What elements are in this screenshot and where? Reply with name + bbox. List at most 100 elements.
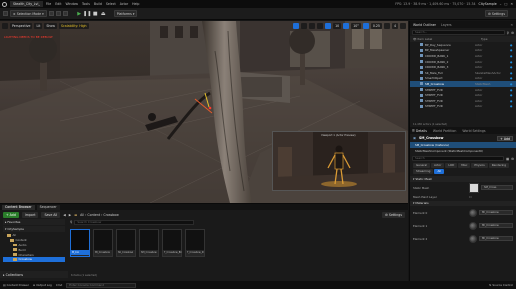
- actor-name[interactable]: SM_Crossbow: [419, 136, 443, 140]
- details-tab[interactable]: ☰ Details: [412, 129, 427, 133]
- collections-section[interactable]: ▸ Collections: [0, 271, 68, 278]
- camera-speed-icon[interactable]: [383, 23, 390, 29]
- menu-window[interactable]: Window: [65, 2, 78, 6]
- maximize-viewport-icon[interactable]: [400, 23, 406, 29]
- forward-icon[interactable]: ▶: [69, 213, 71, 217]
- menu-edit[interactable]: Edit: [55, 2, 61, 6]
- scale-snap-icon[interactable]: [362, 23, 369, 29]
- back-icon[interactable]: ◀: [63, 213, 65, 217]
- asset-tile[interactable]: M_Cro: [70, 229, 90, 257]
- outliner-tab[interactable]: World Outliner: [413, 23, 436, 27]
- rotate-icon[interactable]: [301, 23, 308, 29]
- content-drawer-button[interactable]: ▤ Content Drawer: [3, 283, 29, 287]
- add-button[interactable]: + Add: [3, 211, 19, 218]
- close-icon[interactable]: ✕: [510, 2, 513, 6]
- static-mesh-dropdown[interactable]: SM_Cross: [481, 185, 513, 190]
- visibility-icon[interactable]: ●: [510, 82, 514, 86]
- visibility-icon[interactable]: ●: [510, 43, 514, 47]
- content-icon[interactable]: [48, 11, 54, 16]
- asset-search-input[interactable]: Search Crossbow: [74, 219, 195, 225]
- filter-tab[interactable]: Misc: [458, 163, 471, 168]
- level-viewport[interactable]: Viewport 1 (Actor Preview): [0, 21, 408, 203]
- camera-speed-value[interactable]: 4: [391, 23, 398, 29]
- visibility-icon[interactable]: ●: [510, 76, 514, 80]
- details-search-input[interactable]: Search: [412, 156, 505, 161]
- visibility-icon[interactable]: ●: [510, 48, 514, 52]
- scalability-button[interactable]: Scalability: High: [59, 23, 89, 29]
- asset-tile[interactable]: MI_Crossbow: [93, 229, 113, 257]
- asset-tile[interactable]: SK_Crossbow: [116, 229, 136, 257]
- save-all-button[interactable]: Save All: [41, 211, 61, 218]
- visibility-icon[interactable]: ●: [510, 71, 514, 75]
- content-browser-tab[interactable]: Content Browser: [2, 204, 35, 210]
- menu-tools[interactable]: Tools: [82, 2, 90, 6]
- console-input[interactable]: Enter Console Command: [66, 282, 137, 288]
- asset-tile[interactable]: SM_Crossbow: [139, 229, 159, 257]
- component-row[interactable]: StaticMeshComponent (StaticMeshComponent…: [410, 148, 516, 154]
- filter-tab[interactable]: Physics: [471, 163, 488, 168]
- rotation-snap-icon[interactable]: [343, 23, 350, 29]
- perspective-button[interactable]: Perspective: [10, 23, 33, 29]
- close-icon[interactable]: ✕: [510, 23, 513, 27]
- menu-select[interactable]: Select: [106, 2, 116, 6]
- grid-size-value[interactable]: 10: [333, 23, 342, 29]
- visibility-icon[interactable]: ●: [510, 93, 514, 97]
- breadcrumb[interactable]: All › Content › Crossbow: [80, 213, 119, 217]
- layers-tab[interactable]: Layers: [441, 23, 452, 27]
- favorites-section[interactable]: ▸ Favorites: [3, 219, 65, 225]
- gear-icon[interactable]: ⚙: [511, 157, 514, 161]
- add-component-button[interactable]: + Add: [497, 135, 513, 141]
- menu-actor[interactable]: Actor: [120, 2, 128, 6]
- stop-icon[interactable]: ■: [92, 10, 99, 17]
- filter-icon[interactable]: ⚲: [70, 220, 72, 224]
- scale-snap-value[interactable]: 0.25: [370, 23, 382, 29]
- eject-icon[interactable]: ⏏: [100, 10, 107, 17]
- folder-row[interactable]: Crossbow: [3, 256, 65, 262]
- blueprint-icon[interactable]: [55, 11, 61, 16]
- visibility-icon[interactable]: ●: [510, 54, 514, 58]
- filter-tab[interactable]: Actor: [431, 163, 445, 168]
- asset-tile[interactable]: T_Crossbow_BC: [162, 229, 182, 257]
- pause-icon[interactable]: ❚❚: [83, 10, 91, 17]
- sequencer-tab[interactable]: Sequencer: [36, 204, 60, 210]
- filter-tab[interactable]: Streaming: [413, 169, 434, 174]
- visibility-icon[interactable]: ●: [510, 60, 514, 64]
- rotation-snap-value[interactable]: 10°: [351, 23, 361, 29]
- filter-tab[interactable]: LOD: [445, 163, 458, 168]
- menu-build[interactable]: Build: [94, 2, 102, 6]
- import-button[interactable]: Import: [21, 211, 39, 218]
- menu-help[interactable]: Help: [132, 2, 139, 6]
- visibility-icon[interactable]: ●: [510, 88, 514, 92]
- asset-tile[interactable]: T_Crossbow_N: [185, 229, 205, 257]
- type-column[interactable]: Type: [481, 37, 513, 41]
- show-button[interactable]: Show: [44, 23, 57, 29]
- minimize-icon[interactable]: –: [500, 2, 502, 6]
- scale-icon[interactable]: [309, 23, 316, 29]
- output-log-button[interactable]: ≡ Output Log: [33, 283, 52, 287]
- filter-tab[interactable]: Rendering: [488, 163, 510, 168]
- selection-mode-button[interactable]: ➤ Selection Mode ▾: [10, 10, 47, 17]
- maximize-icon[interactable]: □: [504, 2, 507, 6]
- world-settings-tab[interactable]: World Settings: [462, 129, 485, 133]
- grid-view-icon[interactable]: ▦: [506, 157, 509, 161]
- cmd-button[interactable]: Cmd: [56, 283, 62, 287]
- element-1-dropdown[interactable]: MI_Crossbow: [479, 223, 513, 228]
- source-control-button[interactable]: ⇅ Source Control: [489, 283, 516, 287]
- visibility-icon[interactable]: ●: [510, 65, 514, 69]
- element-2-dropdown[interactable]: MI_Crossbow: [479, 236, 513, 241]
- checkbox[interactable]: ☐: [469, 195, 472, 199]
- item-label-column[interactable]: Item Label: [417, 37, 432, 41]
- project-section[interactable]: ▾ CitySample: [3, 226, 65, 232]
- hamburger-icon[interactable]: [2, 23, 8, 29]
- visibility-icon[interactable]: ●: [510, 99, 514, 103]
- grid-snap-icon[interactable]: [325, 23, 332, 29]
- filter-icon[interactable]: ⚲: [507, 31, 509, 35]
- outliner-search-input[interactable]: Search...: [412, 30, 505, 35]
- cinematics-icon[interactable]: [62, 11, 68, 16]
- actor-preview-window[interactable]: Viewport 1 (Actor Preview): [272, 131, 406, 191]
- filter-tab[interactable]: General: [413, 163, 431, 168]
- outliner-row[interactable]: STREET_FUR Actor ●: [410, 104, 516, 110]
- visibility-icon[interactable]: ●: [510, 104, 514, 108]
- filter-tab[interactable]: All: [434, 169, 444, 174]
- gear-icon[interactable]: ⚙: [511, 31, 514, 35]
